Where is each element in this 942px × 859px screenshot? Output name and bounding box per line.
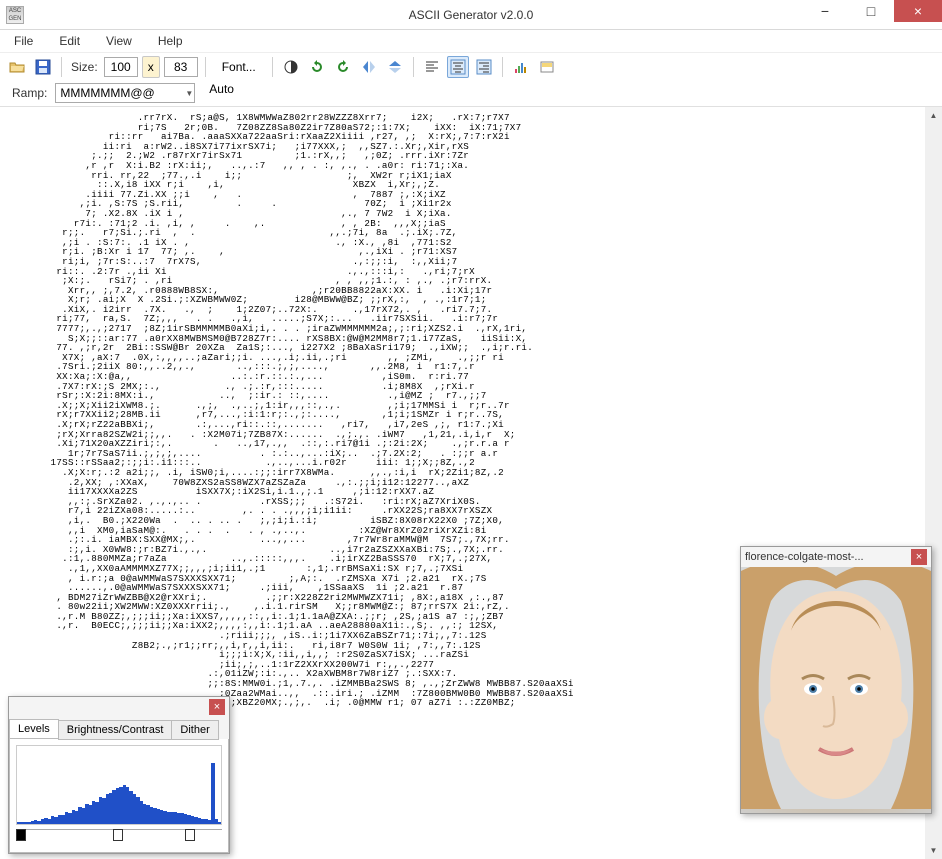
auto-button[interactable]: Auto — [199, 82, 244, 104]
ramp-label: Ramp: — [12, 86, 47, 100]
scroll-up-icon[interactable]: ▲ — [925, 107, 942, 124]
menu-bar: File Edit View Help — [0, 30, 942, 52]
font-button[interactable]: Font... — [213, 56, 265, 78]
open-icon[interactable] — [6, 56, 28, 78]
menu-help[interactable]: Help — [154, 32, 187, 50]
levels-close-button[interactable]: × — [209, 699, 225, 715]
maximize-button[interactable]: □ — [848, 0, 894, 22]
highlight-handle[interactable] — [185, 829, 195, 841]
rotate-cw-icon[interactable] — [332, 56, 354, 78]
menu-view[interactable]: View — [102, 32, 136, 50]
lock-aspect-button[interactable]: x — [142, 56, 160, 78]
scroll-down-icon[interactable]: ▼ — [925, 842, 942, 859]
flip-horizontal-icon[interactable] — [358, 56, 380, 78]
tab-brightness-contrast[interactable]: Brightness/Contrast — [58, 720, 173, 740]
width-input[interactable] — [104, 57, 138, 77]
tab-dither[interactable]: Dither — [171, 720, 218, 740]
menu-file[interactable]: File — [10, 32, 37, 50]
preview-title: florence-colgate-most-... — [745, 551, 864, 563]
close-button[interactable]: × — [894, 0, 942, 22]
window-titlebar: ASC GEN ASCII Generator v2.0.0 − □ × — [0, 0, 942, 30]
height-input[interactable] — [164, 57, 198, 77]
shadow-handle[interactable] — [16, 829, 26, 841]
tab-levels[interactable]: Levels — [9, 719, 59, 739]
align-center-icon[interactable] — [447, 56, 469, 78]
preview-close-button[interactable]: × — [911, 549, 927, 565]
histogram — [16, 745, 222, 825]
align-left-icon[interactable] — [421, 56, 443, 78]
size-label: Size: — [71, 60, 98, 74]
levels-slider[interactable] — [16, 829, 222, 845]
window-title: ASCII Generator v2.0.0 — [0, 8, 942, 22]
align-right-icon[interactable] — [473, 56, 495, 78]
swatch-icon[interactable] — [536, 56, 558, 78]
app-icon: ASC GEN — [6, 6, 24, 24]
flip-vertical-icon[interactable] — [384, 56, 406, 78]
minimize-button[interactable]: − — [802, 0, 848, 22]
invert-icon[interactable] — [280, 56, 302, 78]
preview-panel: florence-colgate-most-... × — [740, 546, 932, 814]
rotate-ccw-icon[interactable] — [306, 56, 328, 78]
save-icon[interactable] — [32, 56, 54, 78]
toolbar: Size: x Font... — [0, 52, 942, 80]
levels-panel: × Levels Brightness/Contrast Dither — [8, 696, 230, 854]
histogram-icon[interactable] — [510, 56, 532, 78]
ramp-input[interactable] — [55, 83, 195, 103]
ramp-row: Ramp: ▼ Auto — [0, 80, 942, 106]
preview-image — [741, 567, 931, 813]
midtone-handle[interactable] — [113, 829, 123, 841]
menu-edit[interactable]: Edit — [55, 32, 84, 50]
